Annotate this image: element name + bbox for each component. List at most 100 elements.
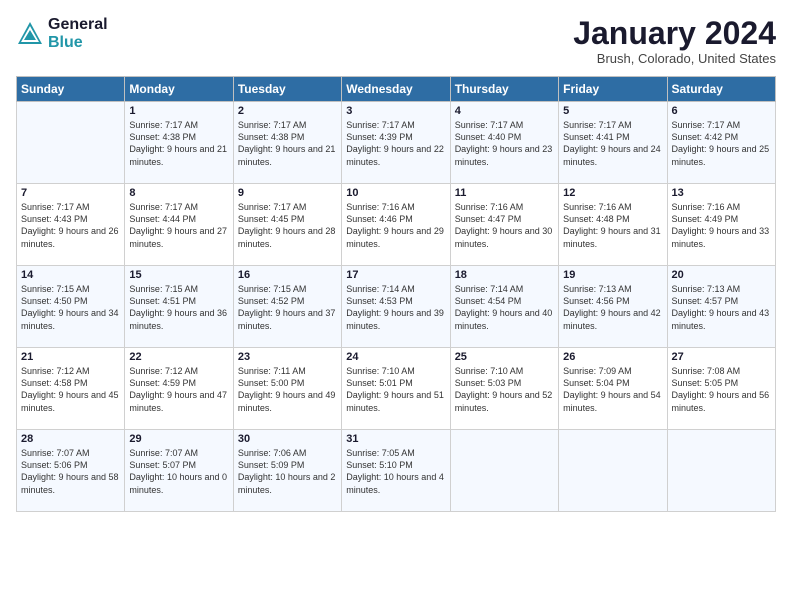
day-number: 27 xyxy=(672,351,771,363)
day-number: 11 xyxy=(455,187,554,199)
week-row-5: 28 Sunrise: 7:07 AM Sunset: 5:06 PM Dayli… xyxy=(17,430,776,512)
calendar-cell: 3 Sunrise: 7:17 AM Sunset: 4:39 PM Daylig… xyxy=(342,102,450,184)
calendar-cell xyxy=(559,430,667,512)
calendar-cell: 15 Sunrise: 7:15 AM Sunset: 4:51 PM Dayli… xyxy=(125,266,233,348)
day-info: Sunrise: 7:10 AM Sunset: 5:01 PM Dayligh… xyxy=(346,365,445,414)
col-monday: Monday xyxy=(125,77,233,102)
day-number: 23 xyxy=(238,351,337,363)
day-number: 14 xyxy=(21,269,120,281)
calendar-cell: 19 Sunrise: 7:13 AM Sunset: 4:56 PM Dayli… xyxy=(559,266,667,348)
day-number: 18 xyxy=(455,269,554,281)
day-info: Sunrise: 7:17 AM Sunset: 4:41 PM Dayligh… xyxy=(563,119,662,168)
title-block: January 2024 Brush, Colorado, United Sta… xyxy=(573,16,776,66)
day-info: Sunrise: 7:12 AM Sunset: 4:58 PM Dayligh… xyxy=(21,365,120,414)
day-info: Sunrise: 7:07 AM Sunset: 5:06 PM Dayligh… xyxy=(21,447,120,496)
calendar-cell: 2 Sunrise: 7:17 AM Sunset: 4:38 PM Daylig… xyxy=(233,102,341,184)
week-row-2: 7 Sunrise: 7:17 AM Sunset: 4:43 PM Daylig… xyxy=(17,184,776,266)
day-info: Sunrise: 7:13 AM Sunset: 4:56 PM Dayligh… xyxy=(563,283,662,332)
calendar-cell: 27 Sunrise: 7:08 AM Sunset: 5:05 PM Dayli… xyxy=(667,348,775,430)
day-number: 15 xyxy=(129,269,228,281)
day-info: Sunrise: 7:17 AM Sunset: 4:39 PM Dayligh… xyxy=(346,119,445,168)
logo: General Blue xyxy=(16,16,108,51)
col-wednesday: Wednesday xyxy=(342,77,450,102)
header: General Blue January 2024 Brush, Colorad… xyxy=(16,16,776,66)
calendar-cell: 6Sunrise: 7:17 AM Sunset: 4:42 PM Daylig… xyxy=(667,102,775,184)
day-info: Sunrise: 7:16 AM Sunset: 4:48 PM Dayligh… xyxy=(563,201,662,250)
day-info: Sunrise: 7:05 AM Sunset: 5:10 PM Dayligh… xyxy=(346,447,445,496)
day-number: 17 xyxy=(346,269,445,281)
logo-icon xyxy=(16,20,44,48)
day-info: Sunrise: 7:17 AM Sunset: 4:43 PM Dayligh… xyxy=(21,201,120,250)
calendar-cell: 20 Sunrise: 7:13 AM Sunset: 4:57 PM Dayli… xyxy=(667,266,775,348)
week-row-3: 14 Sunrise: 7:15 AM Sunset: 4:50 PM Dayli… xyxy=(17,266,776,348)
calendar-cell: 5 Sunrise: 7:17 AM Sunset: 4:41 PM Daylig… xyxy=(559,102,667,184)
day-number: 24 xyxy=(346,351,445,363)
day-number: 1 xyxy=(129,105,228,117)
day-info: Sunrise: 7:06 AM Sunset: 5:09 PM Dayligh… xyxy=(238,447,337,496)
day-number: 28 xyxy=(21,433,120,445)
day-info: Sunrise: 7:15 AM Sunset: 4:52 PM Dayligh… xyxy=(238,283,337,332)
day-number: 5 xyxy=(563,105,662,117)
day-info: Sunrise: 7:17 AM Sunset: 4:38 PM Dayligh… xyxy=(238,119,337,168)
day-number: 10 xyxy=(346,187,445,199)
day-info: Sunrise: 7:15 AM Sunset: 4:51 PM Dayligh… xyxy=(129,283,228,332)
calendar-cell: 9 Sunrise: 7:17 AM Sunset: 4:45 PM Daylig… xyxy=(233,184,341,266)
day-info: Sunrise: 7:17 AM Sunset: 4:45 PM Dayligh… xyxy=(238,201,337,250)
day-info: Sunrise: 7:14 AM Sunset: 4:54 PM Dayligh… xyxy=(455,283,554,332)
day-number: 25 xyxy=(455,351,554,363)
page-container: General Blue January 2024 Brush, Colorad… xyxy=(0,0,792,520)
col-tuesday: Tuesday xyxy=(233,77,341,102)
day-info: Sunrise: 7:17 AM Sunset: 4:40 PM Dayligh… xyxy=(455,119,554,168)
day-number: 16 xyxy=(238,269,337,281)
month-title: January 2024 xyxy=(573,16,776,51)
header-row: Sunday Monday Tuesday Wednesday Thursday… xyxy=(17,77,776,102)
day-info: Sunrise: 7:09 AM Sunset: 5:04 PM Dayligh… xyxy=(563,365,662,414)
day-number: 9 xyxy=(238,187,337,199)
location: Brush, Colorado, United States xyxy=(573,51,776,66)
day-number: 19 xyxy=(563,269,662,281)
calendar-cell: 23 Sunrise: 7:11 AM Sunset: 5:00 PM Dayli… xyxy=(233,348,341,430)
day-info: Sunrise: 7:11 AM Sunset: 5:00 PM Dayligh… xyxy=(238,365,337,414)
day-info: Sunrise: 7:17 AM Sunset: 4:38 PM Dayligh… xyxy=(129,119,228,168)
week-row-4: 21Sunrise: 7:12 AM Sunset: 4:58 PM Dayli… xyxy=(17,348,776,430)
week-row-1: 1 Sunrise: 7:17 AM Sunset: 4:38 PM Daylig… xyxy=(17,102,776,184)
day-info: Sunrise: 7:15 AM Sunset: 4:50 PM Dayligh… xyxy=(21,283,120,332)
calendar-cell: 11Sunrise: 7:16 AM Sunset: 4:47 PM Dayli… xyxy=(450,184,558,266)
calendar-cell: 10 Sunrise: 7:16 AM Sunset: 4:46 PM Dayli… xyxy=(342,184,450,266)
day-info: Sunrise: 7:13 AM Sunset: 4:57 PM Dayligh… xyxy=(672,283,771,332)
day-number: 3 xyxy=(346,105,445,117)
calendar-cell: 29Sunrise: 7:07 AM Sunset: 5:07 PM Dayli… xyxy=(125,430,233,512)
col-thursday: Thursday xyxy=(450,77,558,102)
day-number: 20 xyxy=(672,269,771,281)
day-info: Sunrise: 7:10 AM Sunset: 5:03 PM Dayligh… xyxy=(455,365,554,414)
logo-text: General Blue xyxy=(48,16,108,51)
day-number: 31 xyxy=(346,433,445,445)
day-info: Sunrise: 7:16 AM Sunset: 4:46 PM Dayligh… xyxy=(346,201,445,250)
calendar-cell: 24 Sunrise: 7:10 AM Sunset: 5:01 PM Dayli… xyxy=(342,348,450,430)
calendar-cell: 16 Sunrise: 7:15 AM Sunset: 4:52 PM Dayli… xyxy=(233,266,341,348)
day-number: 30 xyxy=(238,433,337,445)
day-info: Sunrise: 7:16 AM Sunset: 4:49 PM Dayligh… xyxy=(672,201,771,250)
day-number: 2 xyxy=(238,105,337,117)
day-number: 22 xyxy=(129,351,228,363)
day-number: 13 xyxy=(672,187,771,199)
day-info: Sunrise: 7:12 AM Sunset: 4:59 PM Dayligh… xyxy=(129,365,228,414)
day-number: 7 xyxy=(21,187,120,199)
calendar-cell xyxy=(450,430,558,512)
day-info: Sunrise: 7:14 AM Sunset: 4:53 PM Dayligh… xyxy=(346,283,445,332)
calendar-cell: 8Sunrise: 7:17 AM Sunset: 4:44 PM Daylig… xyxy=(125,184,233,266)
col-friday: Friday xyxy=(559,77,667,102)
day-number: 26 xyxy=(563,351,662,363)
calendar-cell xyxy=(667,430,775,512)
day-info: Sunrise: 7:07 AM Sunset: 5:07 PM Dayligh… xyxy=(129,447,228,496)
calendar-cell: 14 Sunrise: 7:15 AM Sunset: 4:50 PM Dayli… xyxy=(17,266,125,348)
day-info: Sunrise: 7:08 AM Sunset: 5:05 PM Dayligh… xyxy=(672,365,771,414)
calendar-cell: 7 Sunrise: 7:17 AM Sunset: 4:43 PM Daylig… xyxy=(17,184,125,266)
calendar-cell: 28 Sunrise: 7:07 AM Sunset: 5:06 PM Dayli… xyxy=(17,430,125,512)
calendar-cell: 31 Sunrise: 7:05 AM Sunset: 5:10 PM Dayli… xyxy=(342,430,450,512)
day-info: Sunrise: 7:17 AM Sunset: 4:42 PM Dayligh… xyxy=(672,119,771,168)
calendar-cell: 13 Sunrise: 7:16 AM Sunset: 4:49 PM Dayli… xyxy=(667,184,775,266)
day-info: Sunrise: 7:17 AM Sunset: 4:44 PM Dayligh… xyxy=(129,201,228,250)
col-saturday: Saturday xyxy=(667,77,775,102)
calendar-cell: 21Sunrise: 7:12 AM Sunset: 4:58 PM Dayli… xyxy=(17,348,125,430)
